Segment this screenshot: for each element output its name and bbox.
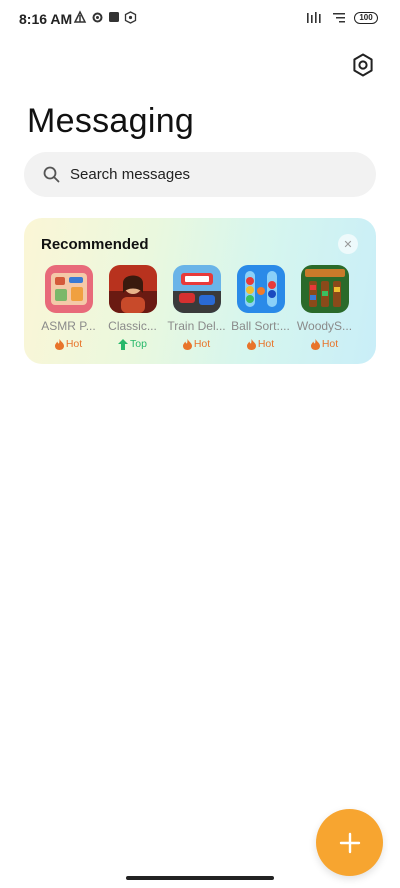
app-item[interactable]: ASMR P... Hot (41, 265, 96, 350)
app-name: WoodyS... (296, 319, 353, 333)
status-icons-left (73, 10, 137, 24)
close-button[interactable]: ✕ (338, 234, 358, 254)
wifi-icon (333, 12, 345, 22)
settings-button[interactable] (348, 50, 378, 80)
app-icon-classic (108, 265, 157, 313)
badge-label: Hot (257, 338, 275, 350)
plus-icon (339, 832, 360, 853)
app-icon-asmr (44, 265, 93, 313)
status-time: 8:16 AM (19, 11, 73, 27)
app-item[interactable]: Train Del... Hot (167, 265, 226, 350)
app-item[interactable]: Ball Sort:... Hot (231, 265, 290, 350)
fire-icon (310, 338, 320, 350)
badge-notification-icon (124, 10, 137, 24)
hot-badge: Hot (310, 338, 339, 350)
page-title: Messaging (27, 102, 195, 140)
home-indicator[interactable] (126, 876, 274, 880)
leaf-notification-icon (73, 10, 87, 23)
hot-badge: Hot (54, 338, 83, 350)
arrow-up-icon (118, 338, 129, 350)
fire-icon (246, 338, 256, 350)
badge-label: Hot (321, 338, 339, 350)
top-badge: Top (118, 338, 147, 350)
square-notification-icon (109, 12, 119, 22)
gear-icon (353, 53, 373, 77)
app-item[interactable]: Classic... Top (108, 265, 157, 350)
close-icon: ✕ (343, 238, 353, 251)
status-bar: 8:16 AM 100 (0, 0, 400, 40)
badge-label: Hot (65, 338, 83, 350)
app-icon-ball-sort (236, 265, 285, 313)
recommended-title: Recommended (41, 236, 149, 253)
app-icon-train-delivery (172, 265, 221, 313)
app-item[interactable]: WoodyS... Hot (297, 265, 352, 350)
recommended-card: Recommended ✕ ASMR P... Hot Classic... T… (24, 218, 376, 364)
app-name: Train Del... (167, 319, 226, 333)
signal-icon (307, 12, 321, 23)
badge-label: Hot (193, 338, 211, 350)
search-placeholder: Search messages (70, 166, 191, 183)
status-icons-right: 100 (306, 11, 378, 24)
new-message-button[interactable] (316, 809, 383, 876)
recommended-apps: ASMR P... Hot Classic... Top Train Del..… (41, 265, 352, 350)
battery-icon: 100 (354, 11, 378, 24)
badge-label: Top (130, 338, 147, 350)
gear-notification-icon (92, 12, 103, 22)
app-name: Classic... (108, 319, 157, 333)
app-name: Ball Sort:... (231, 319, 290, 333)
search-icon (43, 166, 60, 182)
hot-badge: Hot (182, 338, 211, 350)
search-bar[interactable]: Search messages (24, 152, 376, 197)
app-name: ASMR P... (41, 319, 96, 333)
fire-icon (54, 338, 64, 350)
hot-badge: Hot (246, 338, 275, 350)
app-icon-woody-sort (300, 265, 349, 313)
fire-icon (182, 338, 192, 350)
